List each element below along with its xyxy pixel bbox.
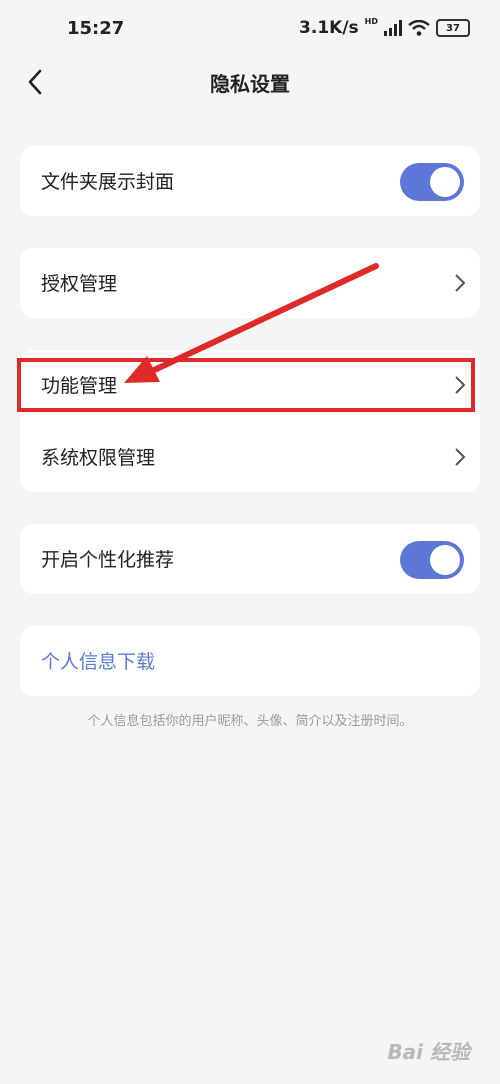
- auth-manage-label: 授权管理: [41, 273, 118, 295]
- wifi-icon: [408, 20, 430, 36]
- battery-level: 37: [446, 22, 460, 34]
- status-right: 3.1K/s HD 37: [299, 16, 470, 38]
- folder-cover-toggle[interactable]: [400, 163, 464, 201]
- toggle-knob: [430, 545, 460, 575]
- personalized-card: 开启个性化推荐: [20, 524, 480, 594]
- hd-badge: HD: [364, 16, 378, 26]
- chevron-right-icon: [455, 448, 466, 466]
- system-permission-row[interactable]: 系统权限管理: [20, 422, 480, 492]
- personalized-toggle[interactable]: [400, 541, 464, 579]
- folder-cover-label: 文件夹展示封面: [41, 171, 175, 193]
- auth-manage-row[interactable]: 授权管理: [20, 248, 480, 318]
- highlight-box: [17, 358, 475, 412]
- signal-icon: [384, 20, 402, 36]
- page-header: 隐私设置: [0, 60, 500, 104]
- download-info-card: 个人信息下载: [20, 626, 480, 696]
- chevron-right-icon: [455, 274, 466, 292]
- download-info-link[interactable]: 个人信息下载: [41, 647, 155, 674]
- status-time: 15:27: [67, 18, 125, 39]
- toggle-knob: [430, 167, 460, 197]
- page-title: 隐私设置: [210, 72, 290, 96]
- auth-manage-card: 授权管理: [20, 248, 480, 318]
- folder-cover-row: 文件夹展示封面: [20, 146, 480, 216]
- status-bar: 15:27 3.1K/s HD 37: [0, 0, 500, 60]
- system-permission-label: 系统权限管理: [41, 447, 156, 469]
- watermark-logo: Bai 经验: [387, 1040, 470, 1064]
- personalized-label: 开启个性化推荐: [41, 549, 175, 571]
- folder-cover-card: 文件夹展示封面: [20, 146, 480, 216]
- download-info-row[interactable]: 个人信息下载: [20, 626, 480, 696]
- footnote: 个人信息包括你的用户昵称、头像、简介以及注册时间。: [87, 714, 413, 729]
- network-speed: 3.1K/s: [299, 18, 359, 38]
- battery-icon: 37: [436, 19, 470, 37]
- personalized-row: 开启个性化推荐: [20, 524, 480, 594]
